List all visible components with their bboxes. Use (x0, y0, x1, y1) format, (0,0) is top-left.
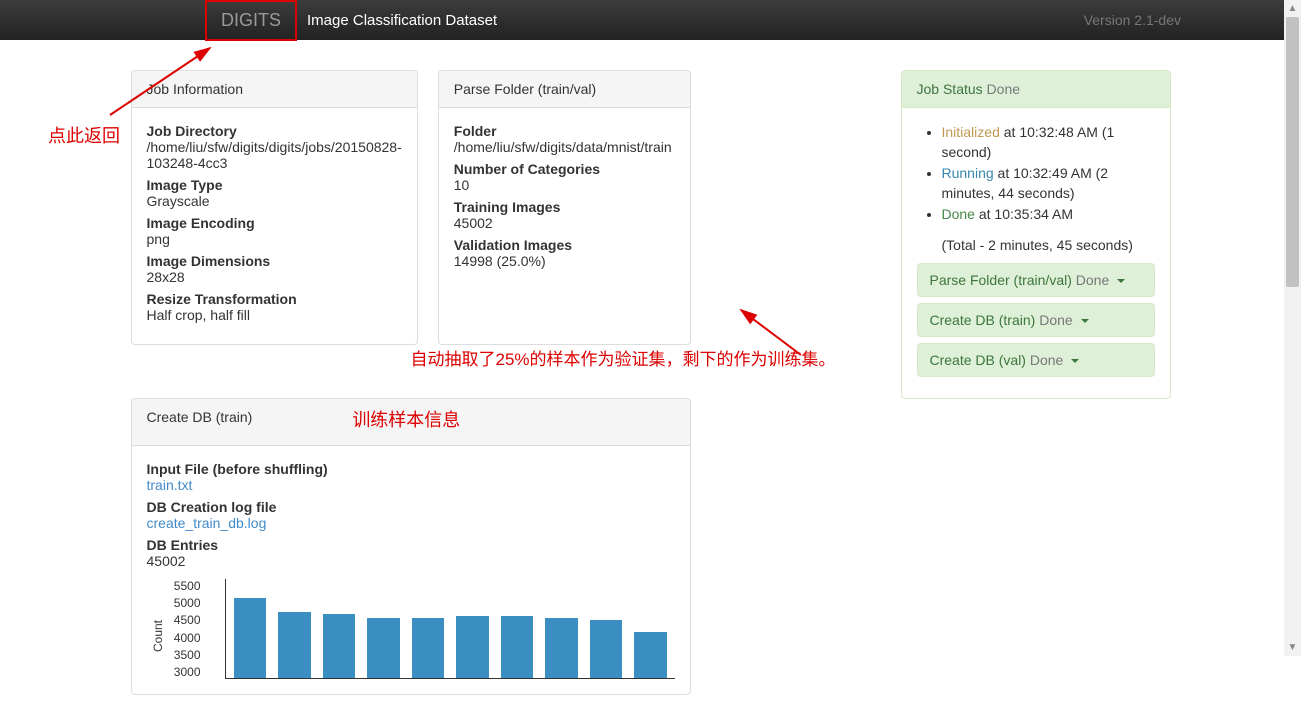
navbar: DIGITS Image Classification Dataset Vers… (0, 0, 1301, 40)
scrollbar[interactable]: ▲ ▼ (1284, 0, 1301, 656)
image-encoding-value: png (147, 231, 402, 247)
status-total: (Total - 2 minutes, 45 seconds) (917, 237, 1155, 253)
train-txt-link[interactable]: train.txt (147, 477, 193, 493)
db-histogram: Count 5500 5000 4500 4000 3500 3000 (147, 579, 675, 679)
chart-bar (367, 618, 400, 678)
task-dropdown[interactable]: Create DB (train) Done (917, 303, 1155, 337)
status-item: Running at 10:32:49 AM (2 minutes, 44 se… (942, 164, 1155, 203)
chart-yaxis: 5500 5000 4500 4000 3500 3000 (169, 579, 201, 679)
folder-label: Folder (454, 123, 675, 139)
parse-folder-panel: Parse Folder (train/val) Folder /home/li… (438, 70, 691, 345)
chart-bar (456, 616, 489, 678)
version-text: Version 2.1-dev (1084, 12, 1181, 28)
task-buttons: Parse Folder (train/val) Done Create DB … (917, 263, 1155, 377)
job-info-heading: Job Information (132, 71, 417, 108)
brand-link[interactable]: DIGITS (205, 0, 297, 41)
entries-label: DB Entries (147, 537, 675, 553)
chart-bar (634, 632, 667, 678)
annotation-traininfo: 训练样本信息 (352, 406, 460, 432)
entries-value: 45002 (147, 553, 675, 569)
log-file-label: DB Creation log file (147, 499, 675, 515)
job-status-done: Done (987, 81, 1020, 97)
input-file-label: Input File (before shuffling) (147, 461, 675, 477)
create-db-panel: Create DB (train) 训练样本信息 Input File (bef… (131, 398, 691, 695)
ytick: 4000 (174, 631, 201, 645)
chart-bar (234, 598, 267, 678)
image-type-label: Image Type (147, 177, 402, 193)
chart-bar (278, 612, 311, 678)
categories-value: 10 (454, 177, 675, 193)
chart-bar (501, 616, 534, 678)
chevron-down-icon (1071, 359, 1079, 363)
status-item: Done at 10:35:34 AM (942, 205, 1155, 225)
page-title: Image Classification Dataset (307, 12, 497, 29)
job-status-label: Job Status (917, 81, 987, 97)
resize-value: Half crop, half fill (147, 307, 402, 323)
chart-bar (590, 620, 623, 678)
chart-bar (412, 618, 445, 678)
ytick: 3000 (174, 665, 201, 679)
resize-label: Resize Transformation (147, 291, 402, 307)
scrollbar-thumb[interactable] (1286, 17, 1299, 287)
validation-images-value: 14998 (25.0%) (454, 253, 675, 269)
image-type-value: Grayscale (147, 193, 402, 209)
chevron-down-icon (1081, 319, 1089, 323)
job-status-panel: Job Status Done Initialized at 10:32:48 … (901, 70, 1171, 399)
status-list: Initialized at 10:32:48 AM (1 second)Run… (917, 123, 1155, 225)
parse-folder-heading: Parse Folder (train/val) (439, 71, 690, 108)
ytick: 5500 (174, 579, 201, 593)
job-dir-value: /home/liu/sfw/digits/digits/jobs/2015082… (147, 139, 402, 171)
ytick: 4500 (174, 613, 201, 627)
annotation-return: 点此返回 (48, 122, 120, 148)
arrow-icon (731, 305, 821, 365)
chart-ylabel: Count (151, 620, 165, 652)
chart-bar (323, 614, 356, 678)
image-encoding-label: Image Encoding (147, 215, 402, 231)
chart-plot-area (225, 579, 675, 679)
job-dir-label: Job Directory (147, 123, 402, 139)
status-item: Initialized at 10:32:48 AM (1 second) (942, 123, 1155, 162)
training-images-label: Training Images (454, 199, 675, 215)
create-db-title: Create DB (train) (147, 409, 253, 435)
ytick: 5000 (174, 596, 201, 610)
chart-bar (545, 618, 578, 678)
training-images-value: 45002 (454, 215, 675, 231)
create-db-heading: Create DB (train) 训练样本信息 (132, 399, 690, 446)
log-link[interactable]: create_train_db.log (147, 515, 267, 531)
scroll-up-icon[interactable]: ▲ (1284, 0, 1301, 17)
job-info-panel: Job Information Job Directory /home/liu/… (131, 70, 418, 345)
chevron-down-icon (1117, 279, 1125, 283)
validation-images-label: Validation Images (454, 237, 675, 253)
job-status-heading: Job Status Done (902, 71, 1170, 108)
task-dropdown[interactable]: Parse Folder (train/val) Done (917, 263, 1155, 297)
image-dim-label: Image Dimensions (147, 253, 402, 269)
task-dropdown[interactable]: Create DB (val) Done (917, 343, 1155, 377)
ytick: 3500 (174, 648, 201, 662)
image-dim-value: 28x28 (147, 269, 402, 285)
folder-value: /home/liu/sfw/digits/data/mnist/train (454, 139, 675, 155)
scroll-down-icon[interactable]: ▼ (1284, 639, 1301, 656)
categories-label: Number of Categories (454, 161, 675, 177)
